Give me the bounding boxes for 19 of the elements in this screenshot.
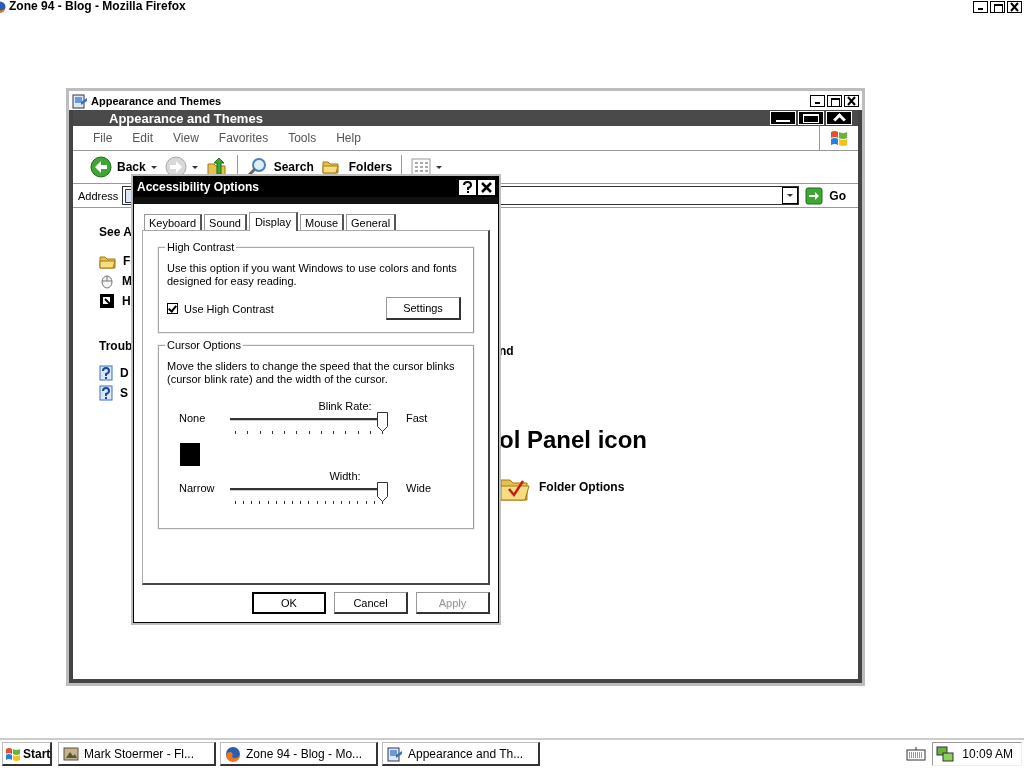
group-label: High Contrast — [165, 241, 237, 253]
section-heading: See A — [99, 225, 133, 239]
section-heading: Troub — [99, 339, 133, 353]
window-title: Zone 94 - Blog - Mozilla Firefox — [9, 0, 186, 13]
window-title: Appearance and Themes — [91, 94, 222, 107]
description: Move the sliders to change the speed that the cursor blinks (cursor blink rate) and the width of the cursor. — [167, 360, 456, 386]
description: Use this option if you want Windows to use colors and fonts designed for easy reading. — [167, 262, 458, 288]
dialog-title: Accessibility Options — [137, 180, 260, 194]
slider-max-label: Fast — [406, 412, 428, 424]
slider-label: Width: — [328, 470, 362, 482]
group-label: Cursor Options — [165, 339, 243, 351]
slider-min-label: Narrow — [178, 482, 216, 494]
slider-min-label: None — [178, 412, 207, 424]
slider-label: Blink Rate: — [317, 400, 373, 412]
slider-max-label: Wide — [406, 482, 432, 494]
clock: 10:09 AM — [962, 747, 1013, 761]
section-heading: ol Panel icon — [499, 426, 648, 454]
address-label: Address — [78, 189, 119, 202]
banner-title: Appearance and Themes — [109, 110, 263, 126]
